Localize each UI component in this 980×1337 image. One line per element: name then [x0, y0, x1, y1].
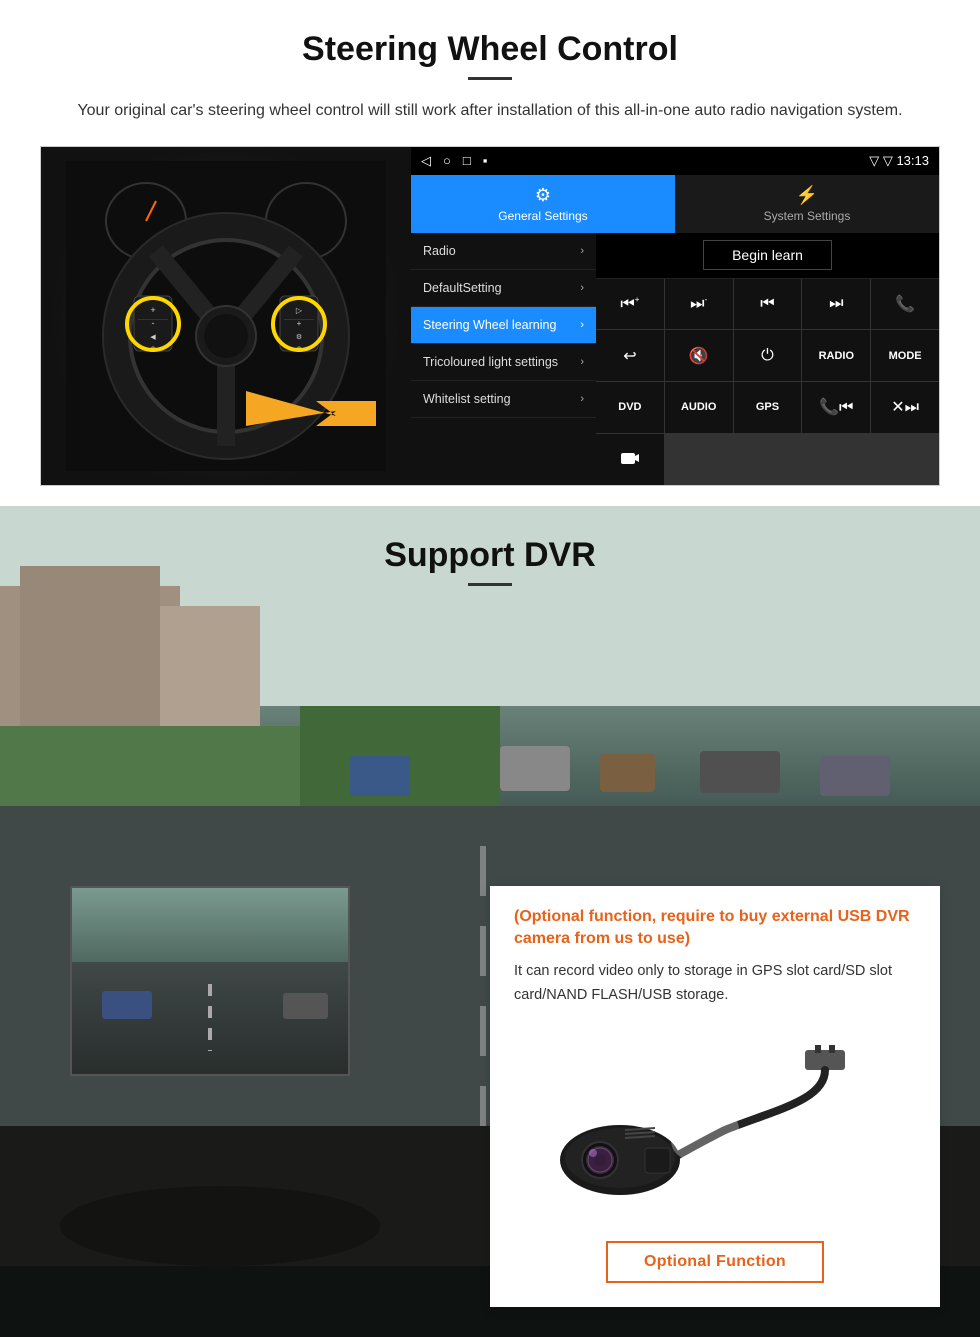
ctrl-btn-end-next[interactable]: ✕⏭: [871, 382, 939, 433]
system-settings-icon: ⚡: [796, 185, 818, 206]
chevron-right-icon: ›: [580, 393, 584, 405]
ctrl-btn-mode[interactable]: MODE: [871, 330, 939, 381]
menu-item-steering-label: Steering Wheel learning: [423, 318, 556, 332]
tel-prev-icon: 📞⏮: [819, 397, 853, 417]
menu-item-steering-wheel[interactable]: Steering Wheel learning ›: [411, 307, 596, 344]
camera-icon: [620, 449, 640, 470]
ctrl-btn-dvd[interactable]: DVD: [596, 382, 664, 433]
nav-menu-icon[interactable]: ▪: [483, 153, 488, 169]
ctrl-btn-power[interactable]: ⏻: [734, 330, 802, 381]
page-title: Steering Wheel Control: [40, 30, 940, 69]
dvr-thumbnail: [70, 886, 350, 1076]
mute-icon: 🔇: [689, 346, 709, 366]
call-icon: 📞: [895, 294, 915, 314]
settings-tabs: ⚙ General Settings ⚡ System Settings: [411, 175, 939, 233]
menu-item-default-setting[interactable]: DefaultSetting ›: [411, 270, 596, 307]
android-ui-panel: ◁ ○ □ ▪ ▽ ▽ 13:13 ⚙ General Settings: [411, 147, 939, 485]
svg-text:◀: ◀: [150, 334, 156, 341]
statusbar-time: ▽ ▽ 13:13: [869, 153, 929, 169]
chevron-right-icon: ›: [580, 356, 584, 368]
begin-learn-row: Begin learn: [596, 233, 939, 279]
general-settings-icon: ⚙: [535, 185, 551, 206]
dvd-label: DVD: [618, 401, 641, 413]
vol-prev-icon: ⏮+: [620, 295, 639, 313]
signal-icon: ▽: [883, 153, 897, 168]
ctrl-btn-tel-prev[interactable]: 📞⏮: [802, 382, 870, 433]
ctrl-btn-gps[interactable]: GPS: [734, 382, 802, 433]
dvr-info-card: (Optional function, require to buy exter…: [490, 886, 940, 1307]
chevron-right-icon: ›: [580, 245, 584, 257]
dvr-section-inner: Support DVR (Optional function, require …: [0, 506, 980, 1337]
next-icon: ⏭: [829, 295, 843, 313]
ctrl-btn-vol-next[interactable]: ⏭-: [665, 279, 733, 330]
svg-text:▷: ▷: [296, 306, 303, 315]
ctrl-btn-prev[interactable]: ⏮: [734, 279, 802, 330]
menu-item-radio-label: Radio: [423, 244, 456, 258]
vol-next-icon: ⏭-: [690, 295, 707, 313]
settings-content: Radio › DefaultSetting › Steering Wheel …: [411, 233, 939, 485]
menu-item-whitelist[interactable]: Whitelist setting ›: [411, 381, 596, 418]
menu-item-tricoloured[interactable]: Tricoloured light settings ›: [411, 344, 596, 381]
power-icon: ⏻: [761, 347, 774, 365]
svg-text:⚙: ⚙: [296, 333, 302, 341]
mode-label: MODE: [889, 350, 922, 362]
dvr-optional-note: (Optional function, require to buy exter…: [514, 906, 916, 951]
optional-function-button[interactable]: Optional Function: [606, 1241, 824, 1283]
svg-text:+: +: [297, 319, 302, 328]
ctrl-btn-vol-prev[interactable]: ⏮+: [596, 279, 664, 330]
chevron-right-icon: ›: [580, 282, 584, 294]
menu-item-radio[interactable]: Radio ›: [411, 233, 596, 270]
menu-item-tricoloured-label: Tricoloured light settings: [423, 355, 558, 369]
wifi-icon: ▽: [869, 153, 883, 168]
steering-wheel-image: + - ◀ ◉ ▷ + ⚙ ◉: [41, 147, 411, 485]
dvr-left-column: [40, 886, 490, 1307]
back-icon: ↩: [623, 346, 636, 366]
dvr-right-column: (Optional function, require to buy exter…: [490, 886, 940, 1307]
statusbar-nav: ◁ ○ □ ▪: [421, 153, 487, 169]
menu-item-whitelist-label: Whitelist setting: [423, 392, 511, 406]
begin-learn-button[interactable]: Begin learn: [703, 240, 832, 270]
radio-label: RADIO: [819, 350, 854, 362]
dvr-description: It can record video only to storage in G…: [514, 960, 916, 1006]
steering-section: Steering Wheel Control Your original car…: [0, 0, 980, 506]
dvr-section: Support DVR (Optional function, require …: [0, 506, 980, 1337]
ctrl-btn-back[interactable]: ↩: [596, 330, 664, 381]
android-statusbar: ◁ ○ □ ▪ ▽ ▽ 13:13: [411, 147, 939, 175]
ctrl-btn-next[interactable]: ⏭: [802, 279, 870, 330]
dvr-camera-image: [514, 1025, 916, 1225]
tab-system-settings[interactable]: ⚡ System Settings: [675, 175, 939, 233]
tab-general-settings[interactable]: ⚙ General Settings: [411, 175, 675, 233]
dvr-title-divider: [468, 583, 512, 586]
nav-home-icon[interactable]: ○: [443, 153, 451, 169]
steering-demo-area: + - ◀ ◉ ▷ + ⚙ ◉: [40, 146, 940, 486]
ctrl-btn-camera[interactable]: [596, 434, 664, 485]
tab-general-label: General Settings: [498, 209, 587, 223]
end-next-icon: ✕⏭: [891, 397, 919, 417]
prev-icon: ⏮: [760, 295, 774, 313]
ctrl-btn-audio[interactable]: AUDIO: [665, 382, 733, 433]
audio-label: AUDIO: [681, 401, 716, 413]
gps-label: GPS: [756, 401, 779, 413]
tab-system-label: System Settings: [764, 209, 851, 223]
control-button-grid: ⏮+ ⏭- ⏮ ⏭ 📞: [596, 279, 939, 485]
chevron-right-icon: ›: [580, 319, 584, 331]
settings-menu: Radio › DefaultSetting › Steering Wheel …: [411, 233, 596, 485]
menu-item-default-label: DefaultSetting: [423, 281, 502, 295]
nav-back-icon[interactable]: ◁: [421, 153, 431, 169]
title-divider: [468, 77, 512, 80]
ctrl-btn-radio[interactable]: RADIO: [802, 330, 870, 381]
dvr-content-row: (Optional function, require to buy exter…: [40, 886, 940, 1307]
nav-recents-icon[interactable]: □: [463, 153, 471, 169]
steering-buttons-area: Begin learn ⏮+ ⏭- ⏮: [596, 233, 939, 485]
clock-display: 13:13: [896, 153, 929, 168]
ctrl-btn-mute[interactable]: 🔇: [665, 330, 733, 381]
ctrl-btn-call[interactable]: 📞: [871, 279, 939, 330]
dvr-section-title: Support DVR: [40, 536, 940, 575]
steering-description: Your original car's steering wheel contr…: [60, 98, 920, 124]
svg-text:+: +: [150, 305, 155, 315]
